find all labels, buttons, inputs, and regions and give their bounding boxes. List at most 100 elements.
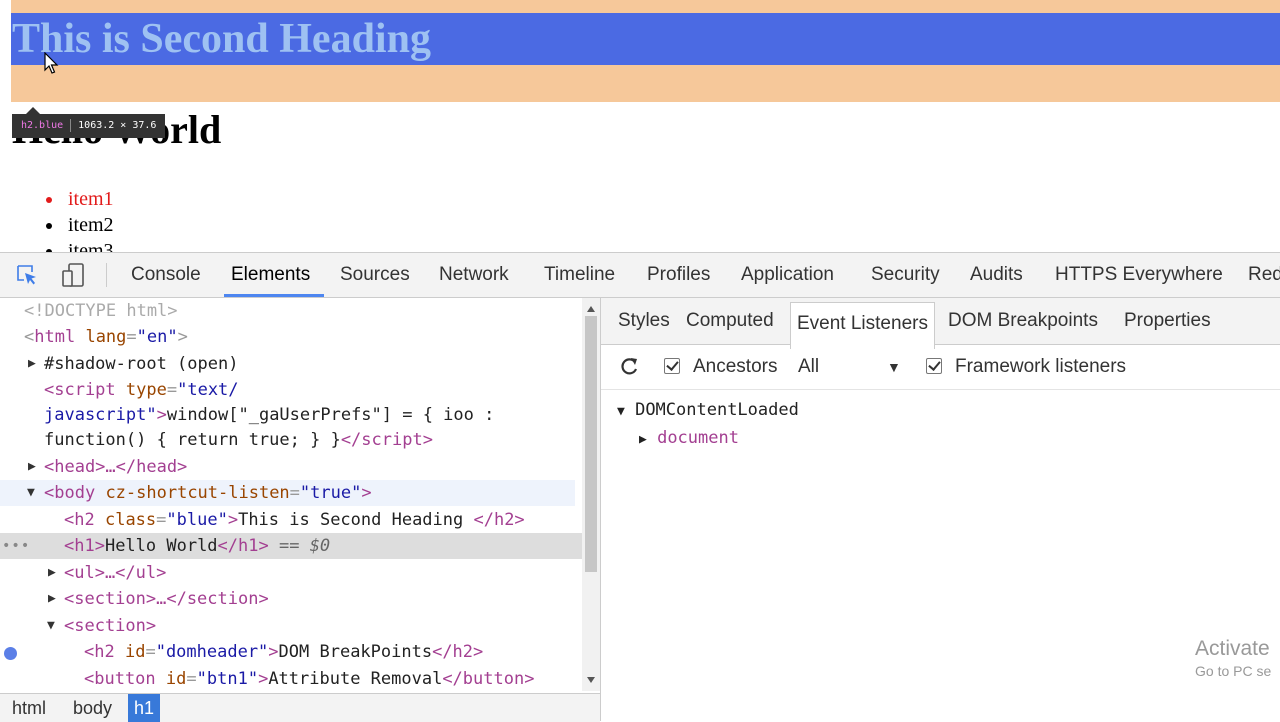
dom-head-node[interactable]: ▶ <head>…</head> [0,454,582,480]
dom-html-node[interactable]: <html lang="en"> [0,324,582,350]
collapse-triangle-icon[interactable]: ▼ [27,480,35,506]
selected-node-marker: == $0 [278,536,331,556]
event-target-document[interactable]: ▶ document [639,425,739,451]
tab-console[interactable]: Console [131,253,201,297]
tab-computed[interactable]: Computed [686,298,774,344]
activation-watermark: Activate Go to PC se [1195,637,1271,679]
event-name: DOMContentLoaded [635,400,799,420]
event-target: document [657,428,739,448]
script-attr-value-cont: javascript" [44,405,157,425]
h2-id-value: "domheader" [155,642,269,662]
html-attr: lang [85,327,127,347]
tab-network[interactable]: Network [439,253,509,297]
html-tag: html [34,327,76,347]
sidebar-tabs: Styles Computed Event Listeners DOM Brea… [601,298,1280,349]
scroll-thumb[interactable] [585,316,597,572]
expand-triangle-icon[interactable]: ▶ [639,432,647,447]
dom-button-node[interactable]: <button id="btn1">Attribute Removal</but… [0,666,582,691]
dom-body-node[interactable]: ▼ <body cz-shortcut-listen="true"> [0,480,575,506]
body-attr-value: "true" [299,483,362,503]
event-domcontentloaded[interactable]: ▼ DOMContentLoaded [617,397,799,423]
watermark-subtitle: Go to PC se [1195,663,1272,679]
chevron-down-icon[interactable]: ▼ [887,345,901,389]
section-collapsed-text: <section>…</section> [64,589,269,609]
tooltip-size: 1063.2 × 37.6 [78,120,157,131]
tab-application[interactable]: Application [741,253,834,297]
script-code: window["_gaUserPrefs"] = { ioo : [166,405,495,425]
scroll-down-icon[interactable] [587,677,595,683]
page-second-heading: This is Second Heading [12,16,431,62]
more-options-icon[interactable]: ••• [2,533,30,559]
expand-triangle-icon[interactable]: ▶ [28,454,36,480]
h2-node-text: This is Second Heading [238,510,474,530]
dom-section-open[interactable]: ▼ <section> [0,613,582,639]
list-item: item1 [0,186,114,212]
h2-id-text: DOM BreakPoints [278,642,433,662]
dom-h1-node-selected[interactable]: ••• <h1>Hello World</h1> == $0 [0,533,582,559]
dom-h2-domheader[interactable]: <h2 id="domheader">DOM BreakPoints</h2> [0,639,582,665]
elements-dom-tree: <!DOCTYPE html> <html lang="en"> ▶ #shad… [0,298,600,691]
devtools-panel: Console Elements Sources Network Timelin… [0,252,1280,722]
script-attr-value: "text/ [177,380,239,400]
breadcrumb-body[interactable]: body [67,694,118,722]
element-inspect-tooltip: h2.blue 1063.2 × 37.6 [12,107,166,138]
ancestors-label: Ancestors [693,356,778,377]
mouse-cursor-icon [44,52,59,74]
section-open-text: <section> [64,616,157,636]
breadcrumb-html[interactable]: html [6,694,52,722]
dom-breakpoint-icon[interactable] [4,647,17,660]
dom-doctype[interactable]: <!DOCTYPE html> [0,298,582,324]
event-listener-toolbar: Ancestors All ▼ Framework listeners [601,345,1280,390]
body-attr: cz-shortcut-listen [105,483,290,503]
collapse-triangle-icon[interactable]: ▼ [47,613,55,639]
tab-profiles[interactable]: Profiles [647,253,710,297]
tab-timeline[interactable]: Timeline [544,253,615,297]
tab-event-listeners[interactable]: Event Listeners [790,302,935,349]
refresh-icon[interactable] [618,345,640,389]
dom-shadow-root[interactable]: ▶ #shadow-root (open) [0,351,582,377]
dom-h2-node[interactable]: <h2 class="blue">This is Second Heading … [0,507,582,533]
breadcrumb-h1[interactable]: h1 [128,694,161,722]
dom-ul-node[interactable]: ▶ <ul>…</ul> [0,560,582,586]
tab-https-everywhere[interactable]: HTTPS Everywhere [1055,253,1223,297]
h1-node-text: Hello World [104,536,218,556]
expand-triangle-icon[interactable]: ▶ [28,351,36,377]
listener-filter-select[interactable]: All [798,345,819,389]
expand-triangle-icon[interactable]: ▶ [48,560,56,586]
head-text: <head>…</head> [44,457,188,477]
breadcrumb: html body h1 [0,693,600,722]
tab-audits[interactable]: Audits [970,253,1023,297]
elements-scrollbar[interactable] [582,298,600,691]
button-id-value: "btn1" [196,669,259,689]
toolbar-divider [106,263,107,287]
shadow-root-text: #shadow-root (open) [44,354,239,374]
framework-listeners-label: Framework listeners [955,356,1127,377]
tab-dom-breakpoints[interactable]: DOM Breakpoints [948,298,1098,344]
dom-script-line-2[interactable]: javascript">window["_gaUserPrefs"] = { i… [0,402,582,428]
script-code-cont: function() { return true; } } [44,430,341,450]
h2-attr-value: "blue" [166,510,228,530]
tab-properties[interactable]: Properties [1124,298,1211,344]
collapse-triangle-icon[interactable]: ▼ [617,404,625,419]
tab-sources[interactable]: Sources [340,253,410,297]
button-node-text: Attribute Removal [268,669,443,689]
dom-script-line-1[interactable]: <script type="text/ [0,377,582,403]
dom-script-line-3[interactable]: function() { return true; } }</script> [0,427,582,453]
framework-listeners-checkbox[interactable] [926,358,942,374]
device-mode-icon[interactable] [60,262,86,288]
page-item-list: item1 item2 item3 [0,186,114,252]
list-item: item3 [0,238,114,252]
expand-triangle-icon[interactable]: ▶ [48,586,56,612]
inspect-element-icon[interactable] [14,262,40,288]
scroll-up-icon[interactable] [587,306,595,312]
doctype-text: <!DOCTYPE html> [24,301,178,321]
tab-styles[interactable]: Styles [618,298,670,344]
tab-security[interactable]: Security [871,253,940,297]
ancestors-checkbox[interactable] [664,358,680,374]
tab-elements[interactable]: Elements [223,253,325,297]
dom-section-collapsed[interactable]: ▶ <section>…</section> [0,586,582,612]
list-item: item2 [0,212,114,238]
html-attr-value: "en" [136,327,178,347]
tab-red[interactable]: Red [1248,253,1280,297]
h2-attr: class [104,510,157,530]
